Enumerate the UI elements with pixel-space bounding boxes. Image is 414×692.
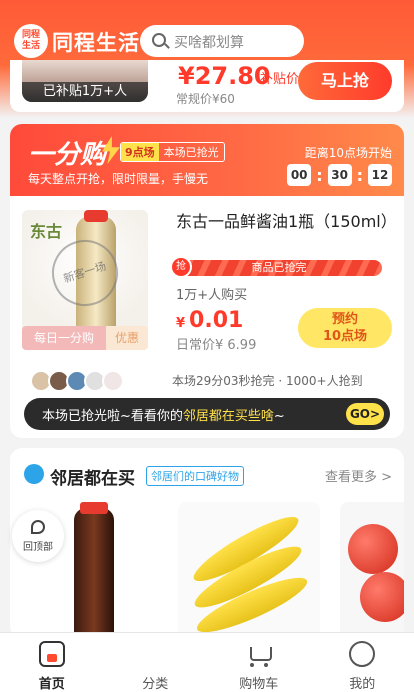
avatar <box>102 370 124 392</box>
product-card-banana[interactable] <box>178 502 320 638</box>
session-status-tag: 9点场 本场已抢光 <box>120 142 225 162</box>
back-to-top-button[interactable]: 回顶部 <box>12 510 64 562</box>
search-bar[interactable]: 买啥都划算 <box>140 25 304 57</box>
buyer-avatars <box>30 370 124 392</box>
product-card-soy-sauce[interactable] <box>50 502 160 638</box>
bottle-cap <box>84 210 108 222</box>
flash-price: ¥0.01 <box>176 308 244 333</box>
go-button[interactable]: GO> <box>346 403 384 425</box>
subsidy-count: 已补贴1万+人 <box>22 82 148 102</box>
daily-deal-badge: 每日一分购 优惠 <box>22 326 148 350</box>
tab-label: 购物车 <box>239 677 279 692</box>
category-icon <box>142 641 168 667</box>
countdown-minutes: 30 <box>327 164 352 186</box>
regular-price: 常规价¥60 <box>176 92 235 106</box>
search-placeholder: 买啥都划算 <box>174 35 244 51</box>
buyer-count: 1万+人购买 <box>176 288 248 303</box>
flash-sale-card: 一分购 9点场 本场已抢光 每天整点开抢，限时限量，手慢无 距离10点场开始 0… <box>10 124 404 438</box>
tab-label: 我的 <box>349 677 376 692</box>
app-logo[interactable]: 同程 生活 <box>14 24 48 58</box>
tab-label: 首页 <box>38 677 65 692</box>
apple-image <box>360 572 404 622</box>
apple-image <box>348 524 398 574</box>
next-session-label: 距离10点场开始 <box>304 146 392 160</box>
view-more-link[interactable]: 查看更多 > <box>325 466 392 485</box>
countdown-seconds: 12 <box>368 164 392 186</box>
subsidy-product-card[interactable]: 已补贴1万+人 ¥27.80 补贴价 常规价¥60 马上抢 <box>10 60 404 112</box>
section-tag: 邻居们的口碑好物 <box>146 466 244 486</box>
product-thumbnail: 已补贴1万+人 <box>22 60 148 102</box>
neighbor-icon <box>24 464 44 484</box>
session-status: 本场已抢光 <box>163 146 219 159</box>
neighbors-banner[interactable]: 本场已抢光啦~看看你的邻居都在买些啥~ GO> <box>24 398 390 430</box>
banner-text: 本场已抢光啦~看看你的邻居都在买些啥~ <box>42 409 285 424</box>
brand-mark: 东古 <box>30 222 63 241</box>
session-time: 9点场 <box>121 143 159 161</box>
flash-sale-title: 一分购 <box>28 140 107 170</box>
soy-sauce-image <box>74 508 114 638</box>
bottom-tab-bar: 首页 分类 购物车 我的 <box>0 632 414 692</box>
sale-progress-text: 商品已抢完 <box>251 261 307 274</box>
product-image[interactable]: 东古 新客一场 <box>22 210 148 338</box>
tab-label: 分类 <box>142 677 169 692</box>
back-to-top-icon <box>31 520 45 534</box>
tab-category[interactable]: 分类 <box>104 633 208 692</box>
home-icon <box>38 641 65 667</box>
sold-out-info: 本场29分03秒抢完 · 1000+人抢到 <box>172 374 363 388</box>
countdown-hours: 00 <box>287 164 312 186</box>
brand-name: 同程生活 <box>52 31 140 55</box>
product-title[interactable]: 东古一品鲜酱油1瓶（150ml） <box>176 210 397 234</box>
tab-home[interactable]: 首页 <box>0 633 104 692</box>
flash-sale-header: 一分购 9点场 本场已抢光 每天整点开抢，限时限量，手慢无 距离10点场开始 0… <box>10 124 404 196</box>
discount-label: 优惠 <box>106 326 148 350</box>
grab-now-button[interactable]: 马上抢 <box>298 62 392 100</box>
tab-profile[interactable]: 我的 <box>311 633 414 692</box>
countdown-timer: 00 : 30 : 12 <box>287 164 392 186</box>
product-card-apple[interactable] <box>340 502 404 638</box>
tab-cart[interactable]: 购物车 <box>207 633 311 692</box>
subsidy-price: ¥27.80 <box>178 62 271 90</box>
daily-deal-label: 每日一分购 <box>22 326 106 350</box>
reserve-button[interactable]: 预约 10点场 <box>298 308 392 348</box>
bottle-cap <box>80 502 108 514</box>
daily-price: 日常价¥ 6.99 <box>176 338 257 353</box>
search-icon <box>152 33 166 47</box>
flash-sale-subtitle: 每天整点开抢，限时限量，手慢无 <box>28 172 209 186</box>
subsidy-price-label: 补贴价 <box>260 72 300 87</box>
section-title: 邻居都在买 <box>50 469 135 489</box>
cart-icon <box>246 641 272 667</box>
neighbors-section: 邻居都在买 邻居们的口碑好物 查看更多 > <box>10 448 404 638</box>
profile-icon <box>349 641 376 667</box>
